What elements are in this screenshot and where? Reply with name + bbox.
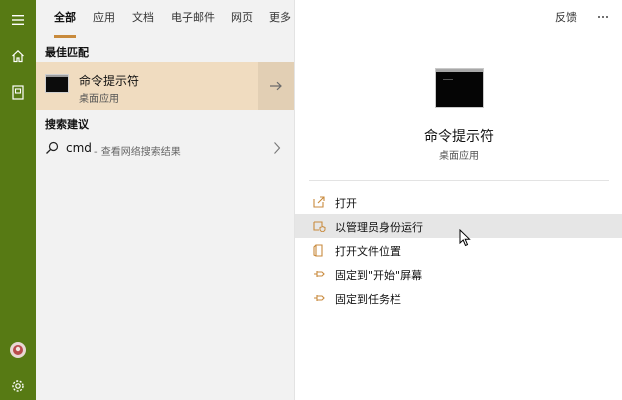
tab-web[interactable]: 网页 [231,0,253,38]
best-match-item[interactable]: 命令提示符 桌面应用 [36,62,257,110]
settings-gear-icon[interactable] [0,368,36,400]
arrow-right-icon [270,81,282,91]
tab-email[interactable]: 电子邮件 [171,0,215,38]
suggestion-hint: - 查看网络搜索结果 [94,147,181,158]
open-preview-button[interactable] [258,62,294,110]
best-match-heading: 最佳匹配 [45,46,89,59]
best-match-type: 桌面应用 [79,94,119,105]
tab-apps[interactable]: 应用 [93,0,115,38]
preview-subtitle: 桌面应用 [439,151,479,162]
preview-title: 命令提示符 [424,129,494,145]
filter-tabs: 全部 应用 文档 电子邮件 网页 更多 [36,0,302,38]
feedback-link[interactable]: 反馈 [555,0,577,36]
tab-all[interactable]: 全部 [54,0,76,38]
action-pin-taskbar[interactable]: 固定到任务栏 [295,286,622,310]
notebook-icon[interactable] [0,74,36,110]
pin-icon [314,271,325,277]
run-as-admin-icon [313,221,326,232]
hamburger-menu-icon[interactable] [0,2,36,38]
action-pin-start[interactable]: 固定到"开始"屏幕 [295,262,622,286]
results-panel: 全部 应用 文档 电子邮件 网页 更多 最佳匹配 命令提示符 桌面应用 搜索建议… [36,0,302,400]
best-match-name: 命令提示符 [79,74,140,88]
ellipsis-icon[interactable] [595,10,611,24]
tab-documents[interactable]: 文档 [132,0,154,38]
mouse-cursor-icon [459,229,471,247]
suggestion-query: cmd [66,141,92,155]
file-location-icon [313,244,323,257]
user-avatar[interactable] [0,332,36,368]
command-prompt-large-icon [436,69,483,107]
pin-icon [314,295,325,301]
best-match-result: 命令提示符 桌面应用 [36,62,294,110]
search-suggestions-heading: 搜索建议 [45,118,89,131]
suggestion-item[interactable]: cmd - 查看网络搜索结果 [36,136,294,162]
preview-panel: 反馈 命令提示符 桌面应用 打开 以管理员身份运行 打开文件位置 固定到"开始"… [294,0,622,400]
open-icon [313,196,325,208]
search-icon [46,141,59,154]
divider [309,180,609,181]
home-icon[interactable] [0,38,36,74]
chevron-right-icon [274,142,281,154]
action-open[interactable]: 打开 [295,190,622,214]
left-rail [0,0,36,400]
command-prompt-icon [46,75,68,92]
